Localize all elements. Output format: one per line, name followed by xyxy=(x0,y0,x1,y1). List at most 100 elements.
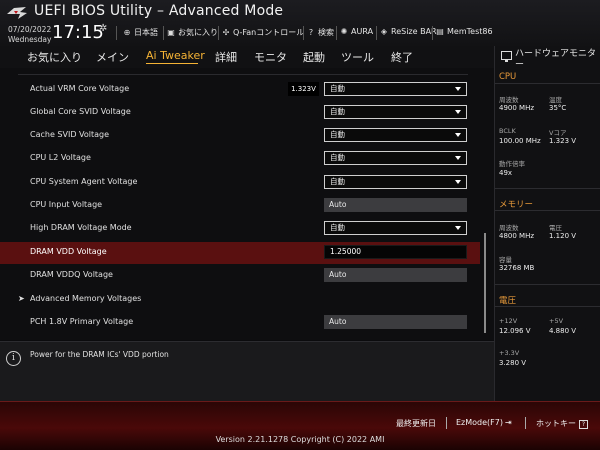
fan-icon: ✣ xyxy=(222,28,230,37)
resize-bar-icon: ◈ xyxy=(380,27,388,36)
setting-label: CPU Input Voltage xyxy=(30,200,103,209)
v33-label: +3.3V xyxy=(499,349,520,357)
divider xyxy=(495,188,600,189)
setting-row-cpu-l2-voltage[interactable]: CPU L2 Voltage 自動 xyxy=(18,148,478,170)
language-button[interactable]: ⊕ 日本語 xyxy=(122,27,158,38)
search-button[interactable]: ? 検索 xyxy=(306,27,334,38)
vcore-label: Vコア xyxy=(549,129,567,137)
app-title: UEFI BIOS Utility – Advanced Mode xyxy=(34,3,284,19)
resize-bar-button[interactable]: ◈ ReSize BAR xyxy=(379,27,437,36)
help-icon: ? xyxy=(579,420,588,429)
divider xyxy=(495,306,600,307)
readonly-value: Auto xyxy=(324,268,467,282)
footer-bar: 最終更新日 EzMode(F7) ⇥ ホットキー? Version 2.21.12… xyxy=(0,401,600,450)
readonly-value: Auto xyxy=(324,198,467,212)
setting-row-actual-vrm-core-voltage[interactable]: Actual VRM Core Voltage 1.323V 自動 xyxy=(18,79,478,101)
mem-volt-label: 電圧 xyxy=(549,224,562,232)
cpu-temp-value: 35°C xyxy=(549,104,567,112)
voltage-dropdown[interactable]: 自動 xyxy=(324,151,467,165)
setting-row-high-dram-voltage-mode[interactable]: High DRAM Voltage Mode 自動 xyxy=(18,218,478,240)
submenu-advanced-memory-voltages[interactable]: ➤ Advanced Memory Voltages xyxy=(18,289,478,311)
setting-label: Global Core SVID Voltage xyxy=(30,107,131,116)
cpu-temp-label: 温度 xyxy=(549,96,562,104)
tab-exit[interactable]: 終了 xyxy=(391,49,413,65)
mem-freq-value: 4800 MHz xyxy=(499,232,535,240)
voltage-dropdown[interactable]: 自動 xyxy=(324,128,467,142)
ezmode-button[interactable]: EzMode(F7) ⇥ xyxy=(456,418,512,427)
toolbar-divider xyxy=(432,26,433,40)
aura-button[interactable]: ✺ AURA xyxy=(339,27,373,36)
setting-row-cpu-input-voltage: CPU Input Voltage Auto xyxy=(18,195,478,217)
chevron-down-icon xyxy=(455,180,461,184)
setting-row-cache-svid-voltage[interactable]: Cache SVID Voltage 自動 xyxy=(18,125,478,147)
setting-label: CPU L2 Voltage xyxy=(30,153,91,162)
exit-arrow-icon: ⇥ xyxy=(504,418,512,427)
chevron-down-icon xyxy=(455,87,461,91)
setting-label: PCH 1.8V Primary Voltage xyxy=(30,317,134,326)
tab-monitor[interactable]: モニタ xyxy=(254,49,287,65)
chevron-down-icon xyxy=(455,226,461,230)
date-display: 07/20/2022 xyxy=(8,25,52,34)
mode-dropdown[interactable]: 自動 xyxy=(324,221,467,235)
hardware-monitor-title: ハードウェアモニター xyxy=(515,49,597,70)
divider xyxy=(0,401,600,402)
time-display[interactable]: 17:15 xyxy=(52,22,104,43)
hotkeys-button[interactable]: ホットキー? xyxy=(536,418,588,429)
chevron-down-icon xyxy=(455,133,461,137)
aura-icon: ✺ xyxy=(340,27,348,36)
footer-divider xyxy=(525,417,526,429)
tab-boot[interactable]: 起動 xyxy=(303,49,325,65)
tab-favorites[interactable]: お気に入り xyxy=(27,49,82,65)
help-text: Power for the DRAM ICs' VDD portion xyxy=(30,350,169,359)
setting-label: Actual VRM Core Voltage xyxy=(30,84,130,93)
mem-freq-label: 周波数 xyxy=(499,224,519,232)
globe-icon: ⊕ xyxy=(123,28,131,37)
last-modified-button[interactable]: 最終更新日 xyxy=(396,418,436,429)
hardware-monitor-panel: ハードウェアモニター CPU 周波数 温度 4900 MHz 35°C BCLK… xyxy=(494,46,600,401)
setting-row-dram-vdd-voltage[interactable]: DRAM VDD Voltage 1.25000 xyxy=(0,242,480,264)
ratio-label: 動作倍率 xyxy=(499,160,525,168)
info-icon: i xyxy=(6,351,21,366)
voltage-dropdown[interactable]: 自動 xyxy=(324,82,467,96)
mem-capacity-value: 32768 MB xyxy=(499,264,535,272)
tab-advanced[interactable]: 詳細 xyxy=(215,49,237,65)
gear-icon[interactable]: ✲ xyxy=(99,23,107,34)
help-panel: i Power for the DRAM ICs' VDD portion xyxy=(0,341,494,401)
setting-row-pch-primary-voltage: PCH 1.8V Primary Voltage Auto xyxy=(18,312,478,334)
footer-divider xyxy=(446,417,447,429)
favorites-button[interactable]: ▣ お気に入り xyxy=(166,27,218,38)
settings-list: Actual VRM Core Voltage 1.323V 自動 Global… xyxy=(0,68,494,340)
divider xyxy=(495,284,600,285)
header-bar: UEFI BIOS Utility – Advanced Mode 07/20/… xyxy=(0,0,600,46)
v5-value: 4.880 V xyxy=(549,327,577,335)
ratio-value: 49x xyxy=(499,169,513,177)
setting-row-cpu-system-agent-voltage[interactable]: CPU System Agent Voltage 自動 xyxy=(18,172,478,194)
scrollbar[interactable] xyxy=(484,233,486,333)
toolbar-divider xyxy=(163,26,164,40)
voltage-dropdown[interactable]: 自動 xyxy=(324,175,467,189)
setting-row-global-core-svid-voltage[interactable]: Global Core SVID Voltage 自動 xyxy=(18,102,478,124)
toolbar-divider xyxy=(376,26,377,40)
v12-label: +12V xyxy=(499,317,518,325)
cpu-freq-value: 4900 MHz xyxy=(499,104,535,112)
chevron-right-icon: ➤ xyxy=(18,294,25,303)
divider xyxy=(495,83,600,84)
mem-volt-value: 1.120 V xyxy=(549,232,577,240)
toolbar-divider xyxy=(336,26,337,40)
voltage-dropdown[interactable]: 自動 xyxy=(324,105,467,119)
toolbar-divider xyxy=(218,26,219,40)
voltage-readout: 1.323V xyxy=(288,82,319,96)
memtest-button[interactable]: ▤ MemTest86 xyxy=(435,27,492,36)
qfan-control-button[interactable]: ✣ Q-Fanコントロール xyxy=(221,27,305,38)
voltage-section-title: 電圧 xyxy=(499,296,517,306)
dram-vdd-voltage-input[interactable]: 1.25000 xyxy=(324,245,467,259)
tab-ai-tweaker[interactable]: Ai Tweaker xyxy=(146,49,205,62)
tab-main[interactable]: メイン xyxy=(96,49,129,65)
tab-tool[interactable]: ツール xyxy=(341,49,374,65)
memory-section-title: メモリー xyxy=(499,200,534,210)
day-display: Wednesday xyxy=(8,35,52,44)
star-icon: ▣ xyxy=(167,28,175,37)
v33-value: 3.280 V xyxy=(499,359,527,367)
chevron-down-icon xyxy=(455,156,461,160)
memtest-icon: ▤ xyxy=(436,27,444,36)
